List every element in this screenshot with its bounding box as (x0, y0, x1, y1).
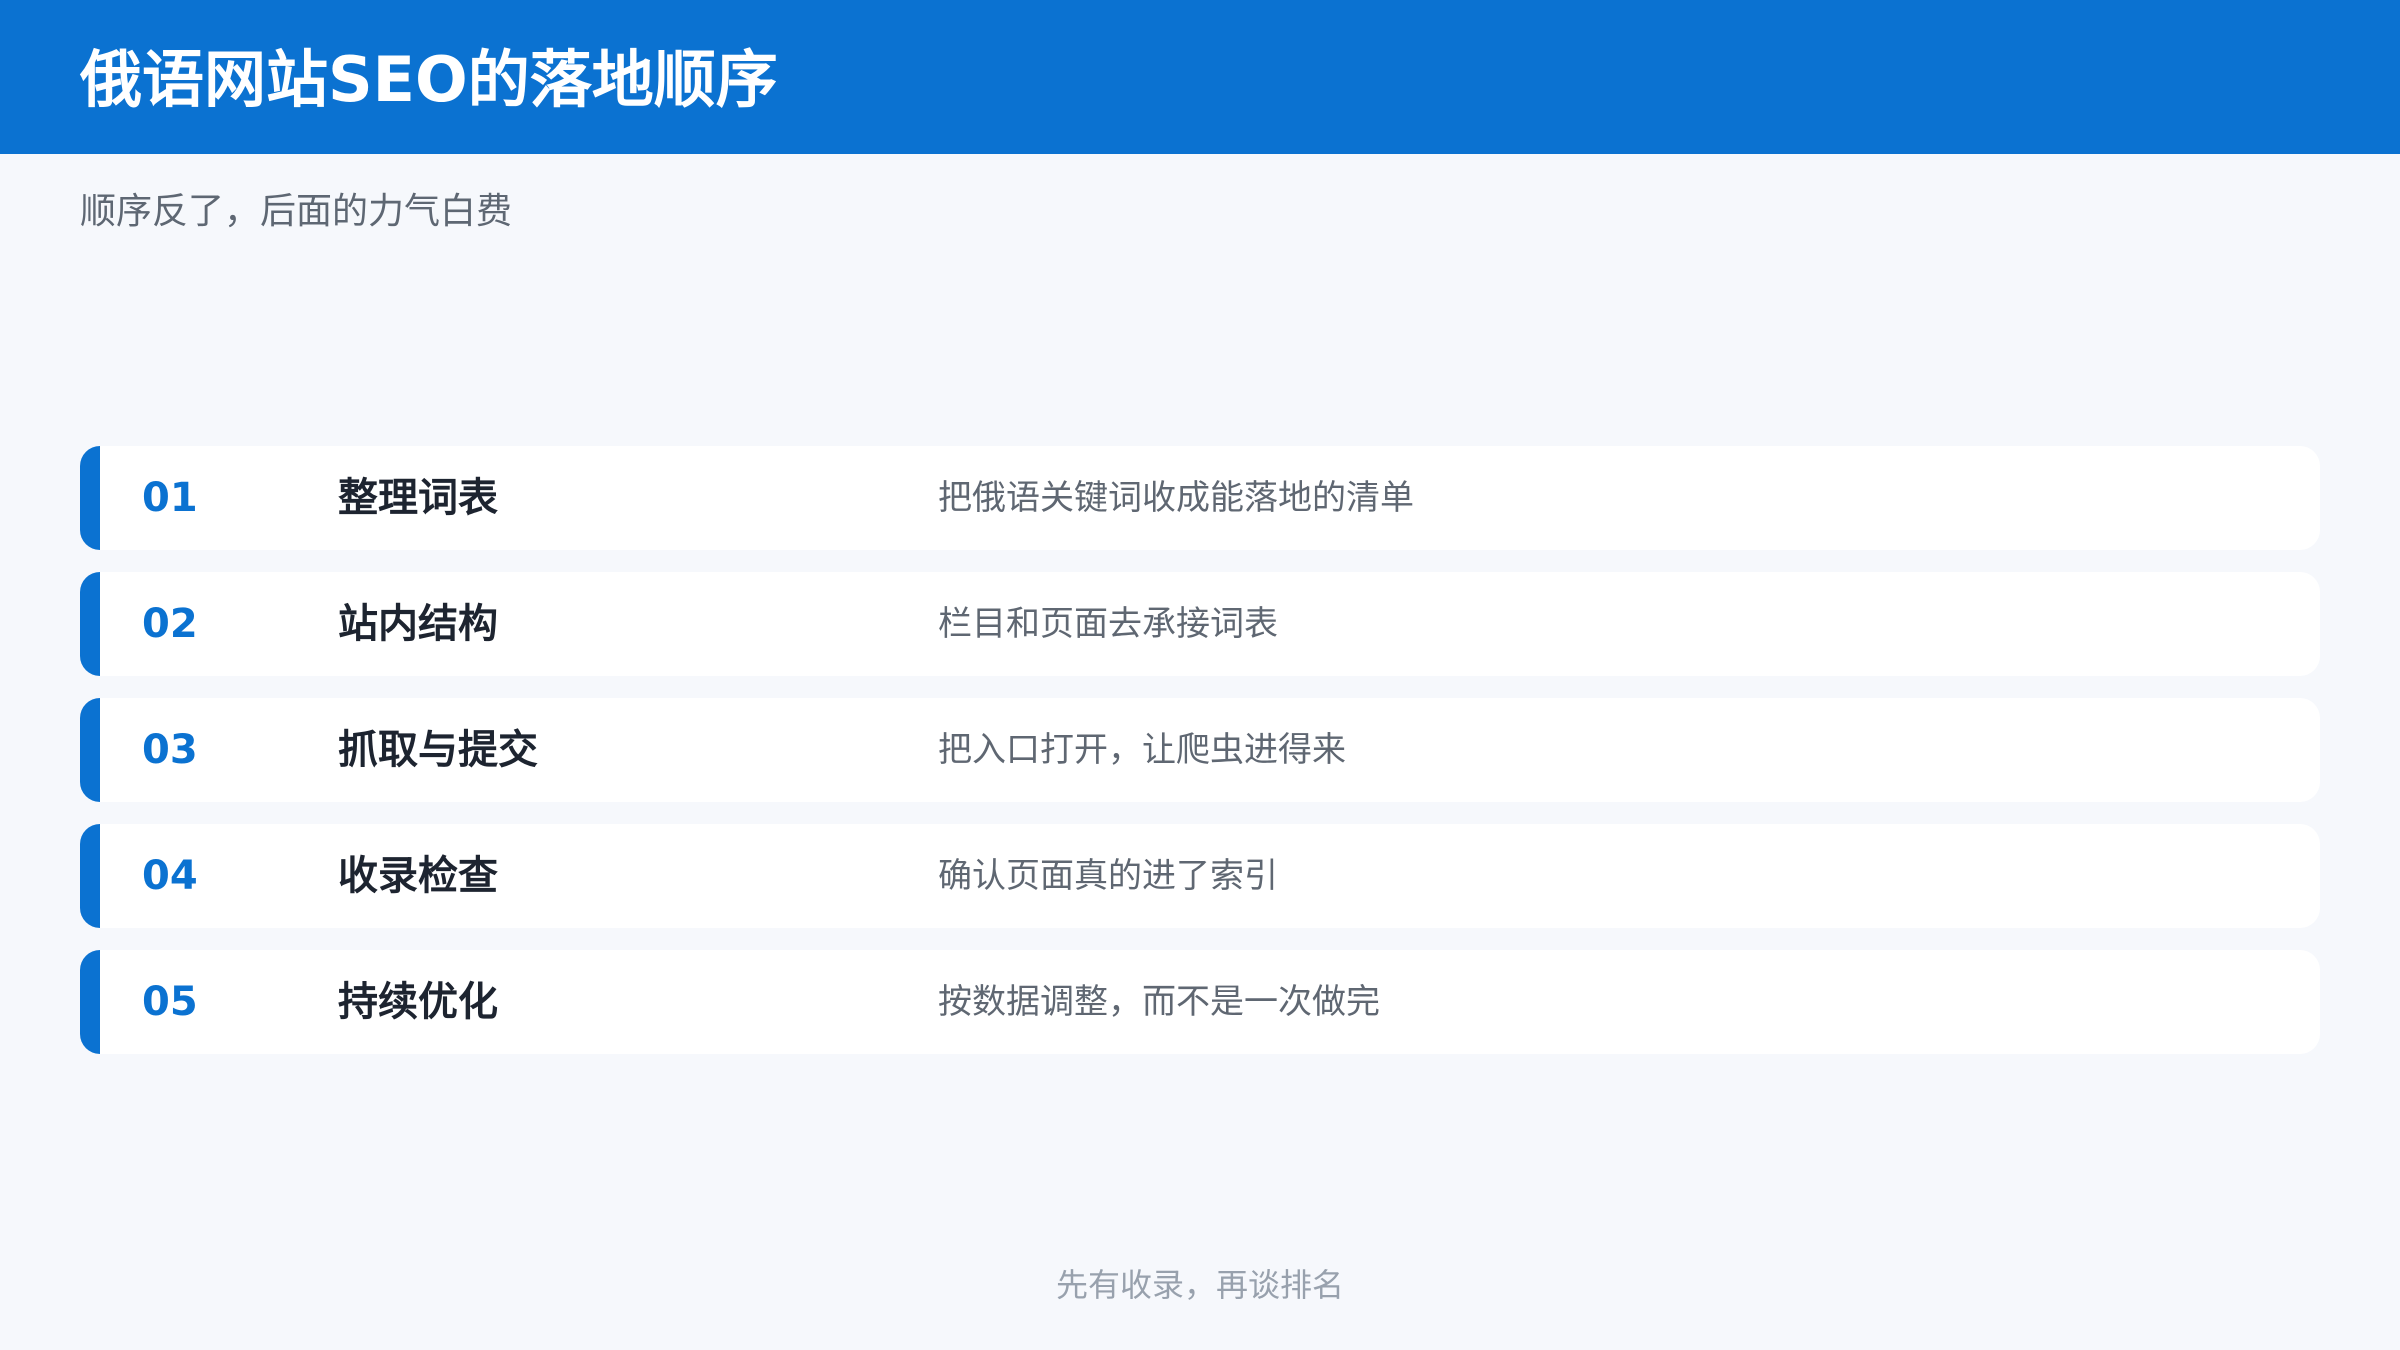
step-description: 把俄语关键词收成能落地的清单 (938, 478, 1414, 518)
step-number: 03 (142, 727, 198, 773)
step-title: 站内结构 (338, 601, 498, 647)
step-title: 抓取与提交 (338, 727, 538, 773)
step-card-02: 02 站内结构 栏目和页面去承接词表 (80, 572, 2320, 676)
step-title: 持续优化 (338, 979, 498, 1025)
step-number: 02 (142, 601, 198, 647)
step-description: 按数据调整，而不是一次做完 (938, 982, 1380, 1022)
step-card-03: 03 抓取与提交 把入口打开，让爬虫进得来 (80, 698, 2320, 802)
step-card-04: 04 收录检查 确认页面真的进了索引 (80, 824, 2320, 928)
page-subtitle: 顺序反了，后面的力气白费 (80, 191, 513, 232)
step-card-01: 01 整理词表 把俄语关键词收成能落地的清单 (80, 446, 2320, 550)
title-bar: 俄语网站SEO的落地顺序 (0, 0, 2400, 154)
page-title: 俄语网站SEO的落地顺序 (80, 43, 778, 116)
step-number: 01 (142, 475, 198, 521)
step-card-05: 05 持续优化 按数据调整，而不是一次做完 (80, 950, 2320, 1054)
step-description: 栏目和页面去承接词表 (938, 604, 1278, 644)
footer-note: 先有收录，再谈排名 (1055, 1266, 1344, 1304)
step-description: 确认页面真的进了索引 (938, 856, 1278, 896)
steps-list: 01 整理词表 把俄语关键词收成能落地的清单 02 站内结构 栏目和页面去承接词… (80, 446, 2320, 1076)
step-number: 05 (142, 979, 198, 1025)
step-number: 04 (142, 853, 198, 899)
step-description: 把入口打开，让爬虫进得来 (938, 730, 1346, 770)
step-title: 收录检查 (338, 853, 498, 899)
step-title: 整理词表 (338, 475, 498, 521)
